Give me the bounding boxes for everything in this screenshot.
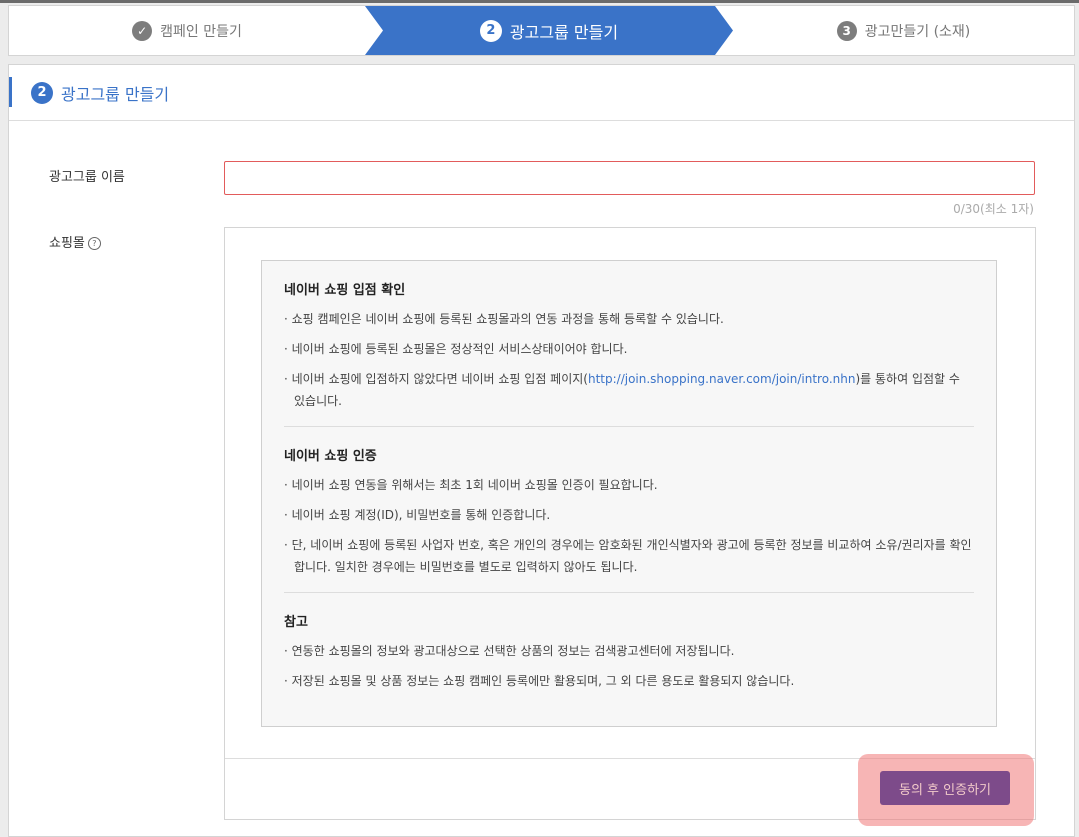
group-name-input[interactable] xyxy=(224,161,1035,195)
step-progress-bar: ✓ 캠페인 만들기 2 광고그룹 만들기 3 광고만들기 (소재) xyxy=(8,5,1075,56)
list-item: · 단, 네이버 쇼핑에 등록된 사업자 번호, 혹은 개인의 경우에는 암호화… xyxy=(284,538,972,574)
list-item: · 네이버 쇼핑 연동을 위해서는 최초 1회 네이버 쇼핑몰 인증이 필요합니… xyxy=(284,478,658,492)
divider xyxy=(284,592,974,593)
panel-header: 2 광고그룹 만들기 xyxy=(9,65,1074,121)
section-title: 참고 xyxy=(284,615,308,630)
shopping-mall-label: 쇼핑몰 xyxy=(49,236,85,251)
step-campaign-label: 캠페인 만들기 xyxy=(160,23,242,40)
page-title: 광고그룹 만들기 xyxy=(61,84,170,104)
shopping-mall-box: 네이버 쇼핑 입점 확인 · 쇼핑 캠페인은 네이버 쇼핑에 등록된 쇼핑몰과의… xyxy=(224,227,1036,826)
step-number-icon: 2 xyxy=(479,19,502,42)
list-item: · 네이버 쇼핑에 입점하지 않았다면 네이버 쇼핑 입점 페이지(http:/… xyxy=(284,368,974,412)
list-item: · 연동한 쇼핑몰의 정보와 광고대상으로 선택한 상품의 정보는 검색광고센터… xyxy=(284,644,735,658)
list-item-text: · 네이버 쇼핑에 입점하지 않았다면 네이버 쇼핑 입점 페이지( xyxy=(284,372,588,386)
group-name-label: 광고그룹 이름 xyxy=(49,170,125,185)
step-campaign[interactable]: ✓ 캠페인 만들기 xyxy=(9,6,365,55)
divider xyxy=(284,426,974,427)
char-counter: 0/30(최소 1자) xyxy=(953,202,1034,216)
agree-and-authenticate-button[interactable]: 동의 후 인증하기 xyxy=(880,771,1010,805)
step-adgroup-active[interactable]: 2 광고그룹 만들기 xyxy=(365,6,733,55)
header-accent-bar xyxy=(9,77,12,107)
list-item: · 네이버 쇼핑 계정(ID), 비밀번호를 통해 인증합니다. xyxy=(284,508,551,522)
section-title: 네이버 쇼핑 입점 확인 xyxy=(284,283,406,298)
notice-box: 네이버 쇼핑 입점 확인 · 쇼핑 캠페인은 네이버 쇼핑에 등록된 쇼핑몰과의… xyxy=(261,260,997,727)
top-border xyxy=(0,0,1079,3)
step-ad-creative-label: 광고만들기 (소재) xyxy=(864,23,971,40)
list-item: · 쇼핑 캠페인은 네이버 쇼핑에 등록된 쇼핑몰과의 연동 과정을 통해 등록… xyxy=(284,312,724,326)
list-item: · 저장된 쇼핑몰 및 상품 정보는 쇼핑 캠페인 등록에만 활용되며, 그 외… xyxy=(284,674,795,688)
check-icon: ✓ xyxy=(132,20,153,41)
adgroup-form-panel: 2 광고그룹 만들기 광고그룹 이름 0/30(최소 1자) 쇼핑몰? 네이버 … xyxy=(8,64,1075,837)
shopping-mall-label-row: 쇼핑몰? xyxy=(49,232,101,251)
help-icon[interactable]: ? xyxy=(87,237,101,250)
list-item: · 네이버 쇼핑에 등록된 쇼핑몰은 정상적인 서비스상태이어야 합니다. xyxy=(284,342,628,356)
step-adgroup-label: 광고그룹 만들기 xyxy=(509,22,619,42)
section-title: 네이버 쇼핑 인증 xyxy=(284,449,377,464)
step-number-icon: 2 xyxy=(31,81,53,104)
naver-shopping-join-link[interactable]: http://join.shopping.naver.com/join/intr… xyxy=(588,372,856,386)
step-ad-creative[interactable]: 3 광고만들기 (소재) xyxy=(733,6,1074,55)
step-number-icon: 3 xyxy=(836,20,857,41)
